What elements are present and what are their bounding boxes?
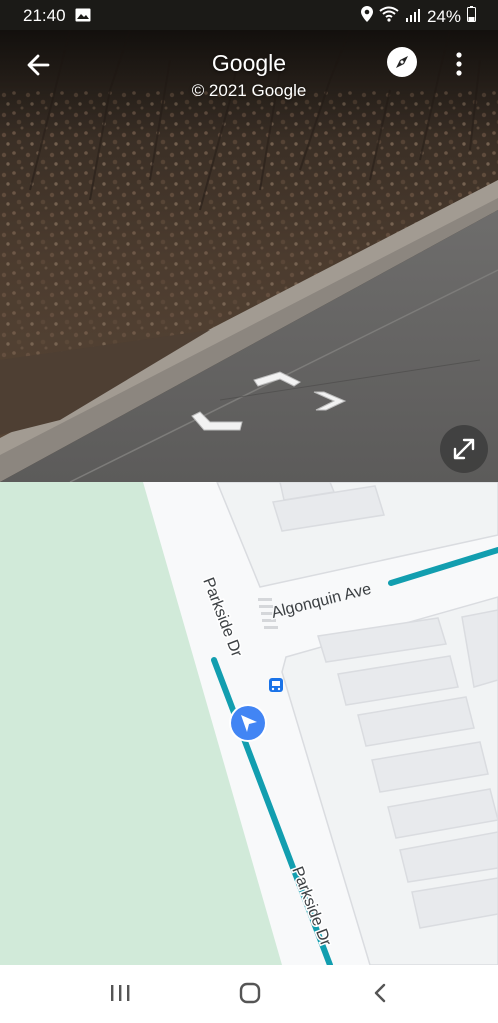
compass-icon [396,56,408,68]
wifi-icon [379,6,399,27]
street-view-panel[interactable]: Google © 2021 Google [0,30,498,482]
home-button[interactable] [230,979,270,1009]
status-bar: 21:40 24% [0,0,498,30]
location-marker-icon[interactable] [229,704,267,742]
map-panel[interactable]: Algonquin Ave Parkside Dr Parkside Dr [0,482,498,965]
status-indicators: 24% [360,6,476,27]
more-vert-icon [456,52,462,76]
copyright-text: © 2021 Google [191,81,307,100]
recent-apps-icon [111,985,130,1001]
more-options-button[interactable] [440,44,478,84]
battery-icon [467,6,476,27]
street-view-title: Google [211,50,287,76]
battery-percent: 24% [426,6,461,26]
nav-arrow-right[interactable] [312,388,348,414]
system-nav-bar [0,965,498,1023]
expand-icon [453,438,475,460]
bus-stop-icon[interactable] [269,678,283,692]
back-nav-button[interactable] [360,979,400,1009]
recent-apps-button[interactable] [100,979,140,1009]
map-canvas[interactable]: Algonquin Ave Parkside Dr Parkside Dr [0,482,498,965]
expand-button[interactable] [440,425,488,473]
nav-arrow-forward[interactable] [252,370,304,392]
gallery-icon [75,8,91,27]
compass-button[interactable] [387,47,417,77]
location-icon [360,6,373,27]
home-icon [239,982,261,1004]
back-icon [374,983,386,1003]
nav-arrow-back[interactable] [190,410,246,436]
signal-icon [405,7,421,27]
status-time: 21:40 [23,6,66,25]
street-view-header: Google © 2021 Google [0,30,498,110]
